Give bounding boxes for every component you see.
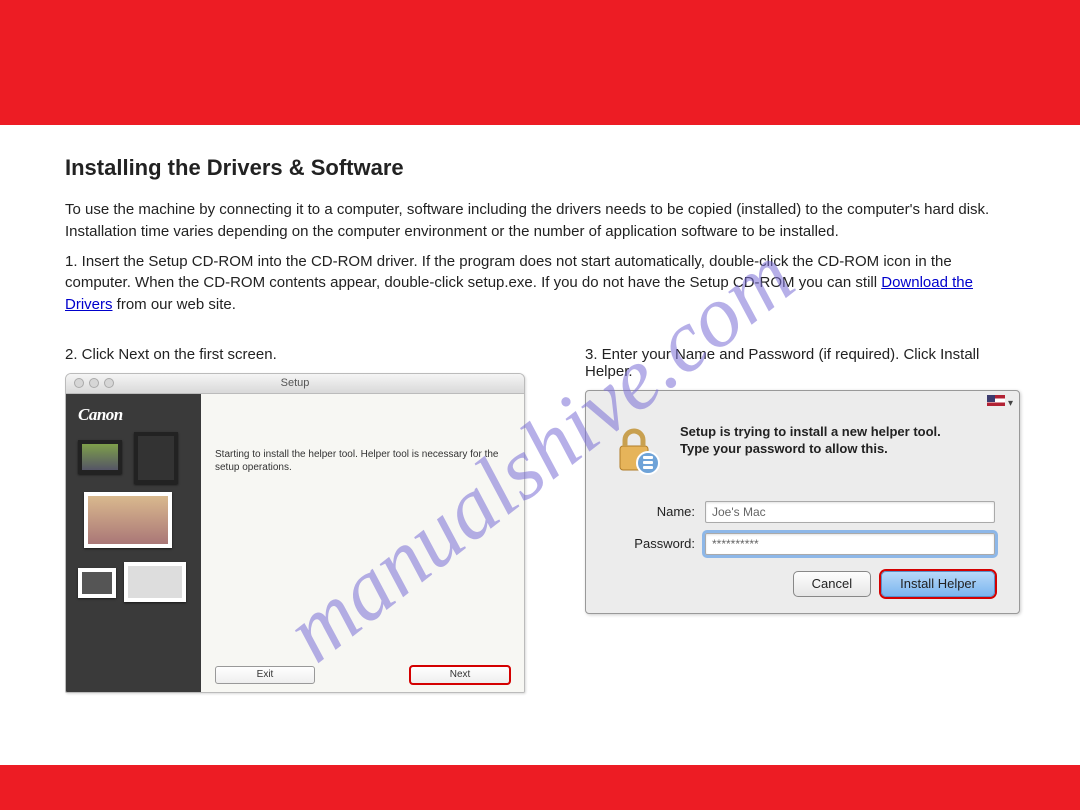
setup-titlebar: Setup xyxy=(66,374,524,394)
auth-heading-1: Setup is trying to install a new helper … xyxy=(680,423,941,441)
install-helper-button[interactable]: Install Helper xyxy=(881,571,995,597)
name-field[interactable] xyxy=(705,501,995,523)
header-band xyxy=(0,0,1080,125)
step-2-label: 2. Click Next on the first screen. xyxy=(65,346,525,363)
step-1-insert-cd: 1. Insert the Setup CD-ROM into the CD-R… xyxy=(65,251,1015,316)
auth-heading-2: Type your password to allow this. xyxy=(680,440,941,458)
step-3-label: 3. Enter your Name and Password (if requ… xyxy=(585,346,1020,380)
setup-window: Setup Canon xyxy=(65,373,525,693)
lock-icon xyxy=(610,423,662,475)
footer-band xyxy=(0,765,1080,810)
password-label: Password: xyxy=(610,536,705,551)
setup-window-title: Setup xyxy=(66,377,524,389)
next-button[interactable]: Next xyxy=(410,666,510,684)
photo-frame xyxy=(78,440,122,474)
canon-logo: Canon xyxy=(72,400,195,430)
password-field[interactable] xyxy=(705,533,995,555)
exit-button[interactable]: Exit xyxy=(215,666,315,684)
flag-us-icon xyxy=(987,395,1005,406)
insert-suffix: from our web site. xyxy=(117,296,236,313)
intro-text: To use the machine by connecting it to a… xyxy=(65,199,1015,243)
language-selector[interactable]: ▾ xyxy=(987,395,1013,409)
photo-frame xyxy=(134,432,178,484)
section-title: Installing the Drivers & Software xyxy=(65,155,1015,181)
auth-dialog: ▾ xyxy=(585,390,1020,614)
photo-frame xyxy=(84,492,172,548)
sidebar-photos: Canon xyxy=(66,394,201,692)
photo-frame xyxy=(124,562,186,602)
name-label: Name: xyxy=(610,504,705,519)
setup-message: Starting to install the helper tool. Hel… xyxy=(215,448,510,475)
cancel-button[interactable]: Cancel xyxy=(793,571,871,597)
insert-prefix: 1. Insert the Setup CD-ROM into the CD-R… xyxy=(65,253,952,292)
photo-frame xyxy=(78,568,116,598)
